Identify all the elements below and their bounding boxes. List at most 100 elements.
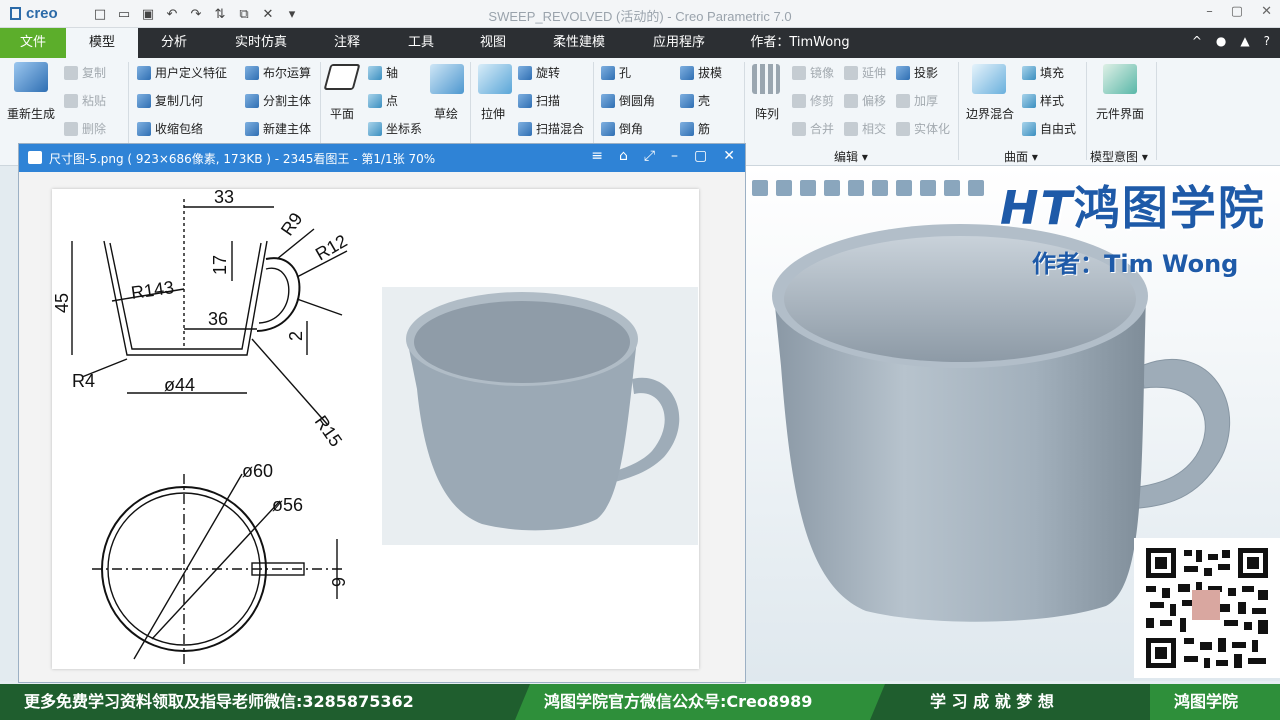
delete-button[interactable]: 删除 (82, 122, 106, 136)
boundary-blend-icon[interactable] (972, 64, 1006, 94)
style-button[interactable]: 样式 (1040, 94, 1064, 108)
csys-icon (368, 122, 382, 136)
collapse-ribbon-icon[interactable]: ^ (1192, 34, 1202, 48)
project-button[interactable]: 投影 (914, 66, 938, 80)
plane-icon[interactable] (323, 64, 361, 90)
regenerate-button[interactable]: 重新生成 (7, 105, 55, 122)
display-style-icon[interactable] (848, 180, 864, 196)
group-intent-label[interactable]: 模型意图 ▾ (1090, 148, 1148, 165)
round-button[interactable]: 倒圆角 (619, 94, 655, 108)
pattern-button[interactable]: 阵列 (755, 105, 779, 122)
minimize-icon[interactable]: – (1206, 4, 1213, 19)
tab-annotate[interactable]: 注释 (312, 28, 382, 58)
rib-button[interactable]: 筋 (698, 122, 710, 136)
trim-icon (792, 94, 806, 108)
extrude-button[interactable]: 拉伸 (481, 105, 505, 122)
minimize-icon[interactable]: – (671, 148, 678, 164)
shrinkwrap-button[interactable]: 收缩包络 (155, 122, 203, 136)
solidify-button[interactable]: 实体化 (914, 122, 950, 136)
pause-icon[interactable] (944, 180, 960, 196)
tab-model[interactable]: 模型 (66, 28, 138, 58)
hat-icon[interactable]: ▲ (1240, 34, 1249, 48)
image-viewer-window[interactable]: 尺寸图-5.png ( 923×686像素, 173KB ) - 2345看图王… (18, 143, 746, 683)
extend-icon (844, 66, 858, 80)
view-manager-icon[interactable] (896, 180, 912, 196)
chamfer-button[interactable]: 倒角 (619, 122, 643, 136)
close-icon[interactable]: ✕ (723, 148, 735, 164)
hole-button[interactable]: 孔 (619, 66, 631, 80)
copy-geometry-button[interactable]: 复制几何 (155, 94, 203, 108)
thicken-icon (896, 94, 910, 108)
shrinkwrap-icon (137, 122, 151, 136)
model-tree-strip[interactable] (0, 166, 18, 681)
extend-button[interactable]: 延伸 (862, 66, 886, 80)
zoom-in-icon[interactable] (776, 180, 792, 196)
csys-button[interactable]: 坐标系 (386, 122, 422, 136)
copy-button[interactable]: 复制 (82, 66, 106, 80)
repaint-icon[interactable] (824, 180, 840, 196)
datum-display-icon[interactable] (920, 180, 936, 196)
extrude-icon[interactable] (478, 64, 512, 94)
regenerate-big-icon[interactable] (14, 62, 48, 92)
menu-icon[interactable]: ≡ (591, 148, 603, 164)
axis-icon (368, 66, 382, 80)
tab-view[interactable]: 视图 (458, 28, 528, 58)
mirror-button[interactable]: 镜像 (810, 66, 834, 80)
udf-icon (137, 66, 151, 80)
maximize-icon[interactable]: ▢ (694, 148, 707, 164)
tab-author[interactable]: 作者：TimWong (738, 28, 862, 58)
sketch-icon[interactable] (430, 64, 464, 94)
diameter-leader (151, 500, 281, 640)
component-interface-button[interactable]: 元件界面 (1096, 105, 1144, 122)
new-body-button[interactable]: 新建主体 (263, 122, 311, 136)
axis-button[interactable]: 轴 (386, 66, 398, 80)
dim-label: ø60 (242, 461, 273, 481)
fullscreen-icon[interactable]: ⤢ (644, 148, 655, 164)
plane-button[interactable]: 平面 (330, 105, 354, 122)
offset-button[interactable]: 偏移 (862, 94, 886, 108)
qr-code-image (1144, 546, 1270, 670)
user-icon[interactable]: ● (1216, 34, 1226, 48)
group-edit-label[interactable]: 编辑 ▾ (834, 148, 868, 165)
paste-button[interactable]: 粘贴 (82, 94, 106, 108)
point-button[interactable]: 点 (386, 94, 398, 108)
thicken-button[interactable]: 加厚 (914, 94, 938, 108)
tab-flexible[interactable]: 柔性建模 (536, 28, 622, 58)
skin-icon[interactable]: ⌂ (619, 148, 628, 164)
freestyle-button[interactable]: 自由式 (1040, 122, 1076, 136)
tab-simulation[interactable]: 实时仿真 (218, 28, 304, 58)
pattern-icon[interactable] (752, 64, 780, 94)
saved-orientations-icon[interactable] (872, 180, 888, 196)
zoom-out-icon[interactable] (800, 180, 816, 196)
fill-button[interactable]: 填充 (1040, 66, 1064, 80)
tab-analysis[interactable]: 分析 (138, 28, 210, 58)
boolean-button[interactable]: 布尔运算 (263, 66, 311, 80)
group-surface-label[interactable]: 曲面 ▾ (1004, 148, 1038, 165)
merge-button[interactable]: 合并 (810, 122, 834, 136)
trim-button[interactable]: 修剪 (810, 94, 834, 108)
component-interface-icon[interactable] (1103, 64, 1137, 94)
tab-file[interactable]: 文件 (0, 28, 66, 58)
maximize-icon[interactable]: ▢ (1231, 4, 1243, 19)
dim-label: R143 (130, 277, 175, 303)
annotation-display-icon[interactable] (968, 180, 984, 196)
tab-tools[interactable]: 工具 (386, 28, 456, 58)
intersect-button[interactable]: 相交 (862, 122, 886, 136)
revolve-button[interactable]: 旋转 (536, 66, 560, 80)
sketch-button[interactable]: 草绘 (434, 105, 458, 122)
draft-button[interactable]: 拔模 (698, 66, 722, 80)
refit-icon[interactable] (752, 180, 768, 196)
swept-blend-button[interactable]: 扫描混合 (536, 122, 584, 136)
leader-line (251, 338, 328, 425)
sweep-button[interactable]: 扫描 (536, 94, 560, 108)
dim-label: 17 (210, 255, 230, 275)
viewer-title-bar[interactable]: 尺寸图-5.png ( 923×686像素, 173KB ) - 2345看图王… (19, 144, 745, 172)
dim-label: ø56 (272, 495, 303, 515)
split-body-button[interactable]: 分割主体 (263, 94, 311, 108)
help-icon[interactable]: ? (1264, 34, 1270, 48)
udf-button[interactable]: 用户定义特征 (155, 66, 227, 80)
tab-applications[interactable]: 应用程序 (636, 28, 722, 58)
close-icon[interactable]: ✕ (1261, 4, 1272, 19)
shell-button[interactable]: 壳 (698, 94, 710, 108)
boundary-blend-button[interactable]: 边界混合 (966, 105, 1014, 122)
